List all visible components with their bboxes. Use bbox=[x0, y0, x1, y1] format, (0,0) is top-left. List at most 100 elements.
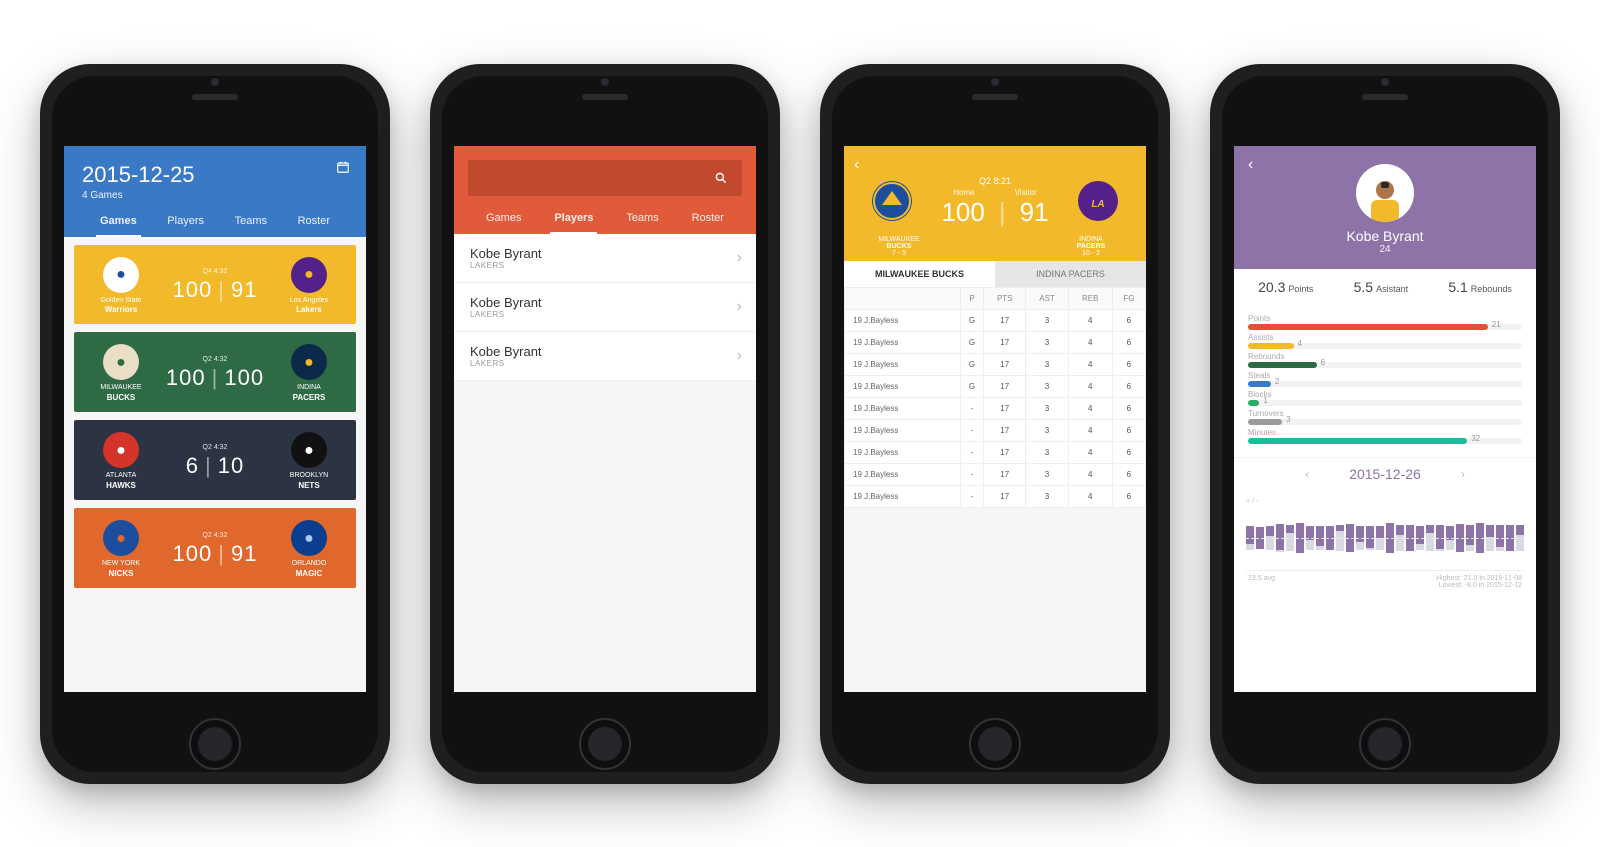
header-player: ‹ Kobe Byrant 24 bbox=[1234, 146, 1536, 269]
player-row[interactable]: Kobe ByrantLAKERS› bbox=[454, 234, 756, 283]
home-team: ●NEW YORKNICKS bbox=[82, 520, 160, 578]
table-row[interactable]: 19 J.Bayless-17346 bbox=[845, 485, 1146, 507]
history-chart: + / - 23.5 avg Highest: 21.0 in 2015-11-… bbox=[1234, 490, 1536, 593]
stat-bar-assists: Assists4 bbox=[1248, 333, 1522, 349]
home-button[interactable] bbox=[1359, 718, 1411, 770]
next-day-icon[interactable]: › bbox=[1461, 467, 1465, 481]
home-team-label: MILWAUKEEBUCKS 7 - 5 bbox=[864, 236, 934, 257]
player-name: Kobe Byrant bbox=[470, 246, 740, 261]
player-name: Kobe Byrant bbox=[1234, 228, 1536, 244]
search-icon bbox=[714, 171, 728, 185]
home-button[interactable] bbox=[189, 718, 241, 770]
team-logo-icon: LA bbox=[1078, 181, 1118, 221]
away-score: 91 bbox=[1020, 197, 1049, 228]
nav-tabs: Games Players Teams Roster bbox=[82, 205, 348, 237]
boxscore-tab[interactable]: MILWAUKEE BUCKS bbox=[844, 261, 995, 287]
table-row[interactable]: 19 J.BaylessG17346 bbox=[845, 353, 1146, 375]
home-team: ●ATLANTAHAWKS bbox=[82, 432, 160, 490]
header-boxscore: ‹ Q2 8:21 HomeVisitor 100 | 91 bbox=[844, 146, 1146, 261]
games-count: 4 Games bbox=[82, 190, 348, 201]
game-card[interactable]: ●MILWAUKEEBUCKSQ2 4:32100|100●INDINAPACE… bbox=[74, 332, 356, 412]
phone-player-detail: ‹ Kobe Byrant 24 20.3Points5.5Asistant5.… bbox=[1210, 64, 1560, 784]
away-score: 91 bbox=[231, 277, 257, 302]
search-input[interactable] bbox=[468, 160, 742, 196]
tab-games[interactable]: Games bbox=[482, 202, 525, 234]
team-logo-icon: ● bbox=[291, 432, 327, 468]
games-cards: ●Golden StateWarriorsQ4 4:32100|91●Los A… bbox=[64, 245, 366, 589]
home-team bbox=[860, 181, 924, 223]
tab-teams[interactable]: Teams bbox=[622, 202, 662, 234]
selected-date: 2015-12-26 bbox=[1349, 466, 1421, 482]
prev-day-icon[interactable]: ‹ bbox=[1305, 467, 1309, 481]
home-team: ●Golden StateWarriors bbox=[82, 257, 160, 315]
player-team: LAKERS bbox=[470, 310, 740, 319]
away-team: ●ORLANDOMAGIC bbox=[270, 520, 348, 578]
boxscore-tab[interactable]: INDINA PACERS bbox=[995, 261, 1146, 287]
stat-bar-blocks: Blocks1 bbox=[1248, 390, 1522, 406]
player-name: Kobe Byrant bbox=[470, 295, 740, 310]
calendar-icon[interactable] bbox=[336, 160, 350, 179]
stat-bar-rebounds: Rebounds6 bbox=[1248, 352, 1522, 368]
table-row[interactable]: 19 J.Bayless-17346 bbox=[845, 397, 1146, 419]
away-team-label: INDINAPACERS 10 - 2 bbox=[1056, 236, 1126, 257]
team-logo-icon bbox=[872, 181, 912, 221]
tab-roster[interactable]: Roster bbox=[688, 202, 728, 234]
tab-teams[interactable]: Teams bbox=[231, 205, 271, 237]
table-row[interactable]: 19 J.Bayless-17346 bbox=[845, 463, 1146, 485]
chevron-right-icon: › bbox=[737, 249, 742, 267]
team-logo-icon: ● bbox=[291, 520, 327, 556]
player-row[interactable]: Kobe ByrantLAKERS› bbox=[454, 332, 756, 381]
stat-bar-minutes: Minutes32 bbox=[1248, 428, 1522, 444]
game-card[interactable]: ●ATLANTAHAWKSQ2 4:326|10●BROOKLYNNETS bbox=[74, 420, 356, 500]
tab-games[interactable]: Games bbox=[96, 205, 141, 237]
away-score: 91 bbox=[231, 541, 257, 566]
table-row[interactable]: 19 J.Bayless-17346 bbox=[845, 441, 1146, 463]
table-row[interactable]: 19 J.BaylessG17346 bbox=[845, 331, 1146, 353]
boxscore-tabs: MILWAUKEE BUCKSINDINA PACERS bbox=[844, 261, 1146, 287]
avg-label: 23.5 avg bbox=[1248, 575, 1275, 589]
home-score: 6 bbox=[186, 453, 199, 478]
tab-players[interactable]: Players bbox=[163, 205, 208, 237]
away-score: 10 bbox=[218, 453, 244, 478]
table-row[interactable]: 19 J.Bayless-17346 bbox=[845, 419, 1146, 441]
team-logo-icon: ● bbox=[103, 344, 139, 380]
phone-players-list: GamesPlayersTeamsRoster Kobe ByrantLAKER… bbox=[430, 64, 780, 784]
stat-bars: Points21Assists4Rebounds6Steals2Blocks1T… bbox=[1234, 305, 1536, 457]
team-logo-icon: ● bbox=[103, 520, 139, 556]
phone-boxscore: ‹ Q2 8:21 HomeVisitor 100 | 91 bbox=[820, 64, 1170, 784]
team-logo-icon: ● bbox=[103, 257, 139, 293]
back-icon[interactable]: ‹ bbox=[854, 156, 859, 173]
player-avatar bbox=[1356, 164, 1414, 222]
home-button[interactable] bbox=[969, 718, 1021, 770]
phone-games-list: 2015-12-25 4 Games Games Players Teams Rost… bbox=[40, 64, 390, 784]
game-card[interactable]: ●NEW YORKNICKSQ2 4:32100|91●ORLANDOMAGIC bbox=[74, 508, 356, 588]
team-logo-icon: ● bbox=[291, 257, 327, 293]
summary-stat: 5.5Asistant bbox=[1354, 279, 1408, 295]
nav-tabs: Games Players Teams Roster bbox=[468, 202, 742, 234]
player-number: 24 bbox=[1234, 244, 1536, 255]
back-icon[interactable]: ‹ bbox=[1248, 156, 1253, 174]
table-row[interactable]: 19 J.BaylessG17346 bbox=[845, 309, 1146, 331]
team-logo-icon: ● bbox=[103, 432, 139, 468]
home-score: 100 bbox=[173, 541, 213, 566]
home-button[interactable] bbox=[579, 718, 631, 770]
away-team: ●BROOKLYNNETS bbox=[270, 432, 348, 490]
boxscore-table: PPTSASTREBFG19 J.BaylessG1734619 J.Bayle… bbox=[844, 287, 1146, 508]
table-row[interactable]: 19 J.BaylessG17346 bbox=[845, 375, 1146, 397]
player-row[interactable]: Kobe ByrantLAKERS› bbox=[454, 283, 756, 332]
tab-players[interactable]: Players bbox=[550, 202, 597, 234]
home-score: 100 bbox=[166, 365, 206, 390]
header-games: 2015-12-25 4 Games Games Players Teams Rost… bbox=[64, 146, 366, 237]
summary-stats: 20.3Points5.5Asistant5.1Rebounds bbox=[1234, 269, 1536, 305]
player-name: Kobe Byrant bbox=[470, 344, 740, 359]
date-title: 2015-12-25 bbox=[82, 162, 348, 188]
stat-bar-turnovers: Turnovers3 bbox=[1248, 409, 1522, 425]
home-score: 100 bbox=[173, 277, 213, 302]
tab-roster[interactable]: Roster bbox=[294, 205, 334, 237]
chevron-right-icon: › bbox=[737, 298, 742, 316]
team-logo-icon: ● bbox=[291, 344, 327, 380]
home-score: 100 bbox=[941, 197, 984, 228]
players-list: Kobe ByrantLAKERS›Kobe ByrantLAKERS›Kobe… bbox=[454, 234, 756, 381]
game-card[interactable]: ●Golden StateWarriorsQ4 4:32100|91●Los A… bbox=[74, 245, 356, 325]
away-team: LA bbox=[1066, 181, 1130, 223]
